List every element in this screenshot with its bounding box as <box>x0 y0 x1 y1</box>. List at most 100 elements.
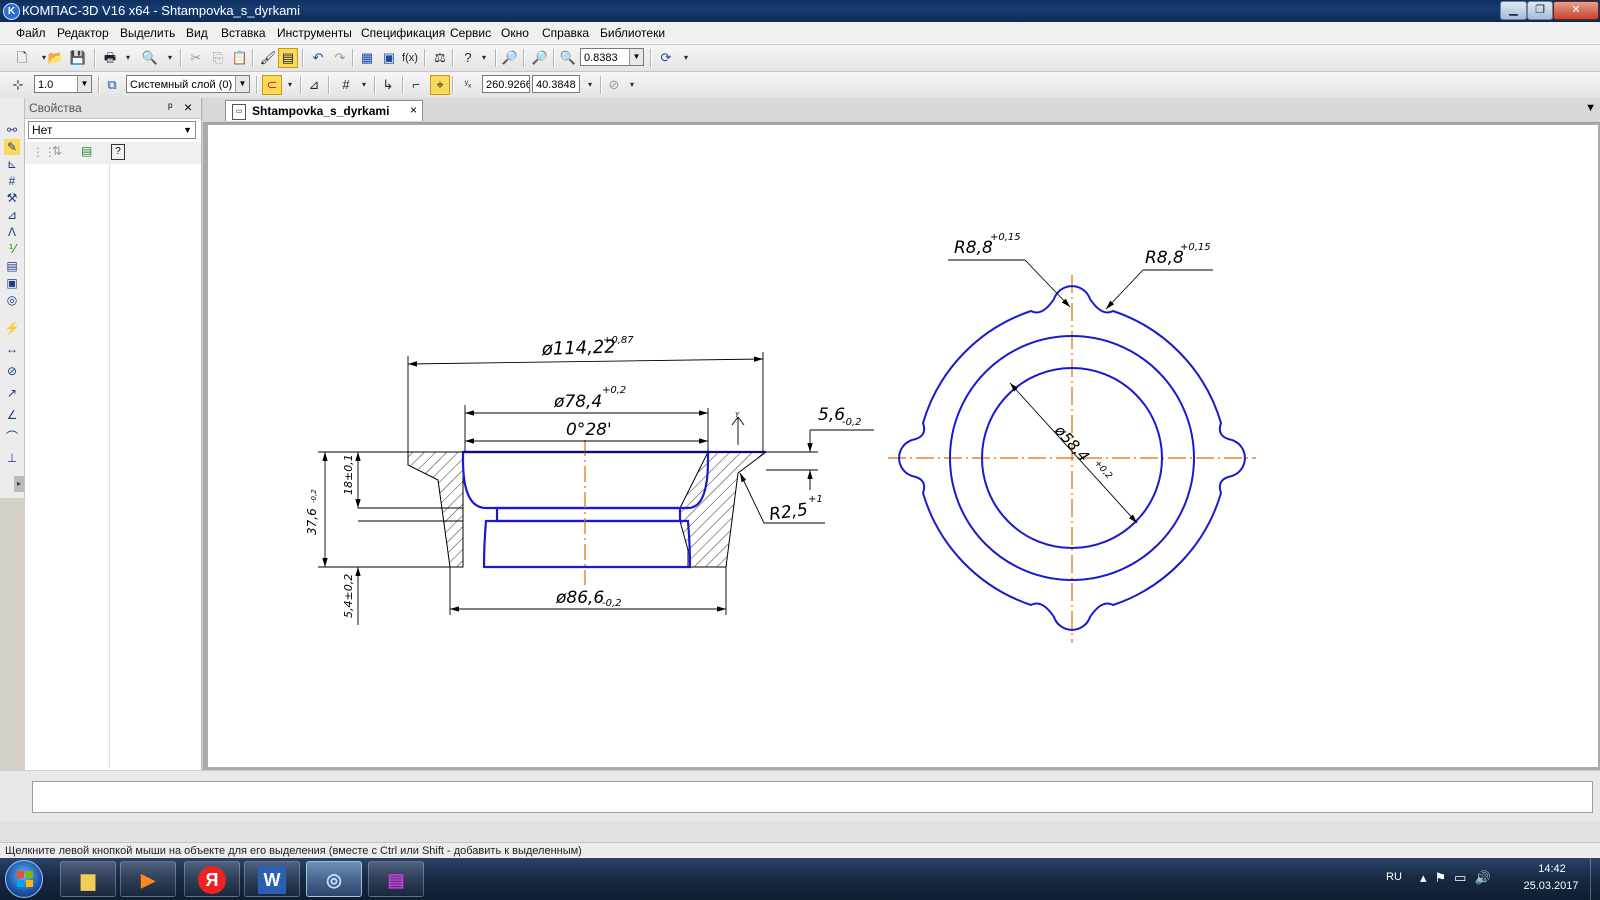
dim-radius-8-8-left[interactable]: R8,8 <box>954 238 993 258</box>
arc-dim-icon[interactable]: ⌒ <box>4 429 20 445</box>
language-indicator[interactable]: RU <box>1386 871 1402 883</box>
height-dim-icon[interactable]: ⊥ <box>4 450 20 466</box>
help-icon[interactable]: ? <box>111 144 125 160</box>
dim-height-37[interactable]: 37,6 <box>305 508 319 535</box>
menu-libraries[interactable]: Библиотеки <box>600 26 665 40</box>
fragments-icon[interactable]: ◎ <box>4 292 20 308</box>
grid-dropdown-icon[interactable]: ▾ <box>354 75 374 95</box>
pin-icon[interactable]: ᵖ <box>168 100 173 114</box>
save-icon[interactable]: 💾 <box>68 48 88 68</box>
property-pages-icon[interactable]: ▤ <box>81 144 92 158</box>
snap-magnet-icon[interactable]: ⊂ <box>262 75 282 95</box>
geometry-icon[interactable]: ⚯ <box>4 122 20 138</box>
round-icon[interactable]: ⌐ <box>406 75 426 95</box>
tab-list-dropdown-icon[interactable]: ▼ <box>1585 102 1596 114</box>
menu-help[interactable]: Справка <box>542 26 589 40</box>
dim-radius-8-8-right[interactable]: R8,8 <box>1145 248 1184 268</box>
select-icon[interactable]: Λ <box>4 224 20 240</box>
measure-icon[interactable]: ⊿ <box>4 207 20 223</box>
layer-icon[interactable]: ⧉ <box>102 75 122 95</box>
new-document-icon[interactable]: 🗋 <box>12 48 32 68</box>
zoom-window-icon[interactable]: 🔎 <box>500 48 520 68</box>
show-desktop-button[interactable] <box>1590 858 1600 900</box>
dim-diameter-86[interactable]: ø86,6 <box>555 588 604 608</box>
copy-properties-icon[interactable]: 🖌 <box>258 48 278 68</box>
strip-expand-icon[interactable]: ▸ <box>14 476 24 492</box>
print-dropdown-icon[interactable]: ▾ <box>118 48 138 68</box>
dim-height-5-4[interactable]: 5,4±0,2 <box>342 574 355 618</box>
ortho-icon[interactable]: ⊿ <box>304 75 324 95</box>
minimize-button[interactable]: ▁ <box>1500 1 1527 20</box>
stop-dropdown-icon[interactable]: ▾ <box>622 75 642 95</box>
dim-diameter-78[interactable]: ø78,4 <box>553 392 602 412</box>
object-select-combo[interactable]: Нет ▼ <box>28 121 196 139</box>
tab-close-icon[interactable]: × <box>410 103 417 117</box>
menu-view[interactable]: Вид <box>186 26 208 40</box>
command-input-box[interactable] <box>32 781 1593 813</box>
snap-dropdown-icon[interactable]: ▾ <box>280 75 300 95</box>
print-preview-icon[interactable]: 🔍 <box>140 48 160 68</box>
line-scale-combo[interactable]: 1.0 ▼ <box>34 75 92 93</box>
cursor-y-field[interactable]: 40.3848 <box>532 75 580 93</box>
coordinate-axes-icon[interactable]: ↳ <box>378 75 398 95</box>
menu-insert[interactable]: Вставка <box>221 26 266 40</box>
help-dropdown-icon[interactable]: ▾ <box>474 48 494 68</box>
undo-icon[interactable]: ↶ <box>308 48 328 68</box>
chevron-down-icon[interactable]: ▼ <box>77 76 91 92</box>
start-button[interactable] <box>5 860 43 898</box>
clock-time[interactable]: 14:42 <box>1520 863 1584 875</box>
linear-dim-icon[interactable]: ↔ <box>4 341 20 357</box>
angular-dim-icon[interactable]: ∠ <box>4 407 20 423</box>
dim-angle[interactable]: 0°28' <box>566 420 612 440</box>
refresh-icon[interactable]: ⟳ <box>656 48 676 68</box>
menu-service[interactable]: Сервис <box>450 26 491 40</box>
taskbar-winrar[interactable]: ▤ <box>368 861 424 897</box>
chevron-down-icon[interactable]: ▼ <box>183 122 192 138</box>
properties-toggle-icon[interactable]: ▤ <box>278 48 298 68</box>
manager-icon[interactable]: ▦ <box>357 48 377 68</box>
sort-az-icon[interactable]: ⇅ <box>52 144 62 158</box>
taskbar-yandex[interactable]: Я <box>184 861 240 897</box>
paste-icon[interactable]: 📋 <box>230 48 250 68</box>
tray-icons[interactable]: ▴⚑▭🔊 <box>1420 870 1499 886</box>
menu-file[interactable]: Файл <box>16 26 46 40</box>
taskbar-media-player[interactable]: ▶ <box>120 861 176 897</box>
converter-icon[interactable]: ⚖ <box>430 48 450 68</box>
zoom-in-icon[interactable]: 🔍 <box>558 48 578 68</box>
clock-date[interactable]: 25.03.2017 <box>1514 880 1588 892</box>
refresh-dropdown-icon[interactable]: ▾ <box>676 48 696 68</box>
redo-icon[interactable]: ↷ <box>330 48 350 68</box>
dim-height-18[interactable]: 18±0,1 <box>342 454 355 495</box>
edit-icon[interactable]: # <box>4 173 20 189</box>
grid-icon[interactable]: # <box>336 75 356 95</box>
dim-radius-2-5[interactable]: R2,5 <box>768 500 809 525</box>
chevron-down-icon[interactable]: ▼ <box>629 49 643 65</box>
layer-combo[interactable]: Системный слой (0) ▼ <box>126 75 250 93</box>
spec-icon[interactable]: ⅟ <box>4 241 20 257</box>
chevron-down-icon[interactable]: ▼ <box>235 76 249 92</box>
cut-icon[interactable]: ✂ <box>186 48 206 68</box>
designations-icon[interactable]: ⊾ <box>4 156 20 172</box>
menu-tools[interactable]: Инструменты <box>277 26 352 40</box>
tab-shtampovka[interactable]: ▭ Shtampovka_s_dyrkami × <box>225 100 423 121</box>
taskbar-word[interactable]: W <box>244 861 300 897</box>
menu-specification[interactable]: Спецификация <box>361 26 445 40</box>
taskbar-kompas[interactable]: ◎ <box>306 861 362 897</box>
drawing-canvas[interactable]: ø114,22 +0,87 ø78,4 +0,2 0°28' ø86,6 -0,… <box>208 125 1598 767</box>
function-fx-icon[interactable]: f(x) <box>400 48 420 68</box>
taskbar-explorer[interactable]: ▆ <box>60 861 116 897</box>
menu-editor[interactable]: Редактор <box>57 26 109 40</box>
close-icon[interactable]: × <box>184 99 192 115</box>
print-icon[interactable]: 🖶 <box>100 48 120 68</box>
menu-select[interactable]: Выделить <box>120 26 175 40</box>
toolbar-overflow-icon[interactable]: ▾ <box>580 75 600 95</box>
tool-lightning-icon[interactable]: ⚡ <box>4 320 20 336</box>
radial-dim-icon[interactable]: ↗ <box>4 385 20 401</box>
zoom-all-icon[interactable]: 🔎 <box>530 48 550 68</box>
zoom-combo[interactable]: 0.8383 ▼ <box>580 48 644 66</box>
reports-icon[interactable]: ▤ <box>4 258 20 274</box>
cursor-x-field[interactable]: 260.9266 <box>482 75 530 93</box>
kompas-app-icon[interactable]: K <box>3 3 20 20</box>
menu-window[interactable]: Окно <box>501 26 529 40</box>
restore-button[interactable]: ❐ <box>1527 1 1553 20</box>
